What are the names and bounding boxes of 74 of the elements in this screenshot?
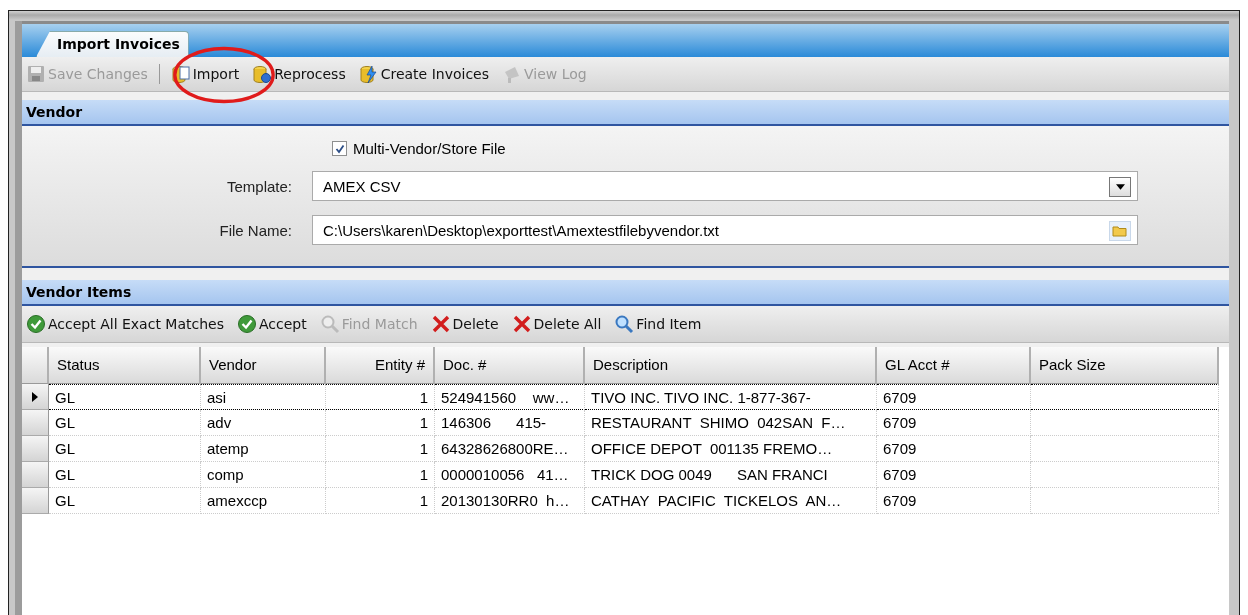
column-header[interactable]: Status [49, 347, 201, 384]
table-cell: GL [49, 436, 201, 462]
current-row-icon [32, 391, 38, 402]
table-cell: 524941560 ww… [435, 384, 585, 410]
magnifier-icon [614, 314, 635, 334]
delete-x-icon [430, 314, 451, 334]
table-cell: TRICK DOG 0049 SAN FRANCI [585, 462, 877, 488]
table-cell: atemp [201, 436, 326, 462]
table-cell: 64328626800RE… [435, 436, 585, 462]
magnifier-icon [319, 314, 340, 334]
accept-button[interactable]: Accept All Exact Matches [24, 312, 226, 336]
database-gear-icon [252, 64, 273, 84]
table-cell: 6709 [877, 384, 1031, 410]
database-lightning-icon [358, 64, 379, 84]
table-cell: 146306 415- [435, 410, 585, 436]
create-button[interactable]: Create Invoices [356, 62, 492, 86]
delete-button[interactable]: Delete [428, 312, 501, 336]
import-invoices-tab[interactable]: Import Invoices [36, 31, 189, 57]
check-circle-icon [236, 314, 257, 334]
table-cell: CATHAY PACIFIC TICKELOS AN… [585, 488, 877, 514]
find-button[interactable]: Find Item [612, 312, 704, 336]
table-cell: 1 [326, 410, 435, 436]
table-cell: asi [201, 384, 326, 410]
import-button[interactable]: Import [168, 62, 242, 86]
table-cell: 0000010056 41… [435, 462, 585, 488]
table-cell: amexccp [201, 488, 326, 514]
table-row[interactable]: GL atemp 1 64328626800RE… OFFICE DEPOT 001135 FREMO… 6709 [22, 436, 1229, 462]
file-name-field[interactable]: C:\Users\karen\Desktop\exporttest\Amextestfilebyvendor.txt [312, 215, 1138, 245]
column-header[interactable]: Entity # [326, 347, 435, 384]
table-cell: GL [49, 410, 201, 436]
column-header[interactable]: GL Acct # [877, 347, 1031, 384]
delete-x-icon [511, 314, 532, 334]
table-cell: OFFICE DEPOT 001135 FREMO… [585, 436, 877, 462]
section-title: Vendor Items [26, 284, 132, 300]
table-cell: RESTAURANT SHIMO 042SAN F… [585, 410, 877, 436]
section-title: Vendor [26, 104, 83, 120]
table-cell: comp [201, 462, 326, 488]
table-cell: 6709 [877, 436, 1031, 462]
table-cell: GL [49, 384, 201, 410]
table-row[interactable]: GL comp 1 0000010056 41… TRICK DOG 0049 SAN FRANCI 6709 [22, 462, 1229, 488]
table-cell: 20130130RR0 h… [435, 488, 585, 514]
table-row[interactable]: GL asi 1 524941560 ww… TIVO INC. TIVO INC. 1-877-367- 6709 [22, 384, 1229, 410]
check-circle-icon [26, 314, 46, 334]
delete-button[interactable]: Delete All [509, 312, 604, 336]
table-row[interactable]: GL adv 1 146306 415- RESTAURANT SHIMO 042SAN F… 6709 [22, 410, 1229, 436]
table-cell: TIVO INC. TIVO INC. 1-877-367- [585, 384, 877, 410]
table-cell: adv [201, 410, 326, 436]
row-header [22, 436, 49, 462]
table-cell: GL [49, 462, 201, 488]
row-header [22, 347, 49, 384]
table-cell: 1 [326, 462, 435, 488]
database-document-icon [170, 64, 191, 84]
column-header[interactable]: Doc. # [435, 347, 585, 384]
reprocess-button[interactable]: Reprocess [250, 62, 348, 86]
column-header[interactable]: Pack Size [1031, 347, 1219, 384]
checkbox-label: Multi-Vendor/Store File [353, 140, 506, 157]
table-row[interactable]: GL amexccp 1 20130130RR0 h… CATHAY PACIFIC TICKELOS AN… 6709 [22, 488, 1229, 514]
table-cell: 6709 [877, 410, 1031, 436]
field-label: File Name: [218, 221, 293, 239]
table-cell: 6709 [877, 462, 1031, 488]
row-header [22, 462, 49, 488]
column-header[interactable]: Description [585, 347, 877, 384]
table-cell: 1 [326, 384, 435, 410]
table-cell: GL [49, 488, 201, 514]
checkbox[interactable] [332, 141, 347, 156]
field-label: Template: [225, 177, 293, 195]
table-cell: 1 [326, 488, 435, 514]
row-header [22, 410, 49, 436]
row-header [22, 488, 49, 514]
column-header[interactable]: Vendor [201, 347, 326, 384]
table-cell: 6709 [877, 488, 1031, 514]
accept-button[interactable]: Accept [234, 312, 309, 336]
template-dropdown[interactable]: AMEX CSV [312, 171, 1138, 201]
table-cell: 1 [326, 436, 435, 462]
